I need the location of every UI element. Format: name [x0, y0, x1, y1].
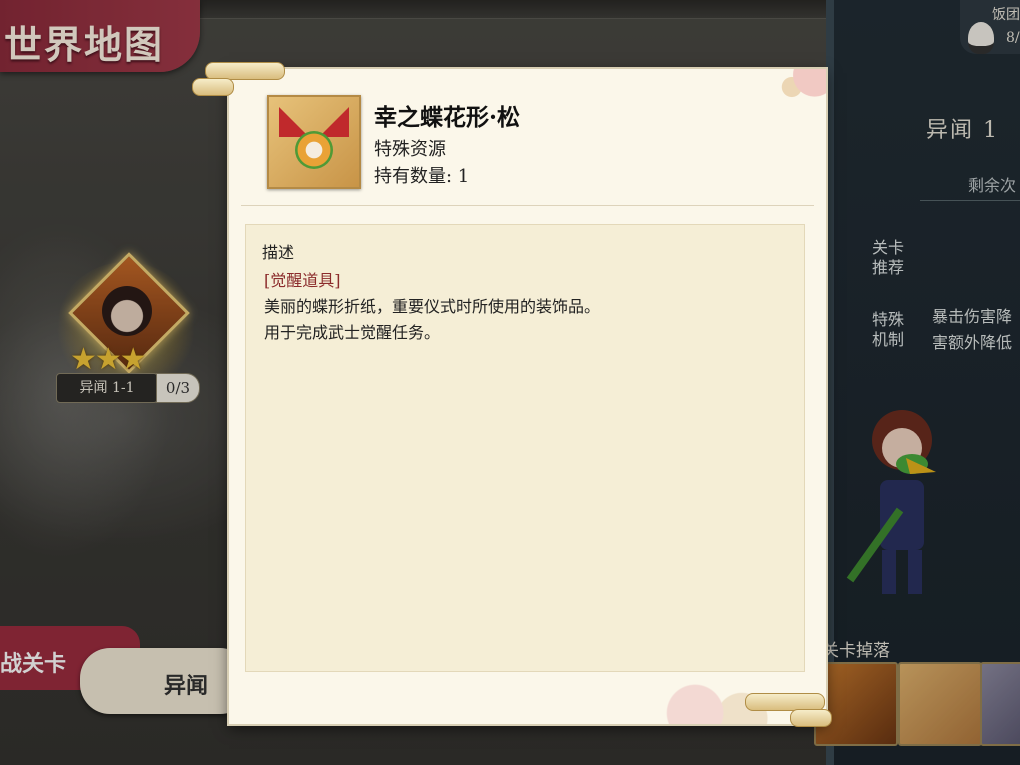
description-line: 用于完成武士觉醒任务。 [264, 323, 441, 342]
divider [241, 205, 814, 206]
flower-decoration [769, 69, 826, 129]
butterfly-ornament-icon [267, 95, 361, 189]
description-tag: [觉醒道具] [264, 271, 341, 290]
scroll-ornament [790, 709, 832, 727]
description-line: 美丽的蝶形折纸，重要仪式时所使用的装饰品。 [264, 297, 601, 316]
scroll-ornament [192, 78, 234, 96]
description-heading: 描述 [262, 243, 295, 262]
item-name: 幸之蝶花形·松 [374, 104, 521, 131]
item-detail-popup: 幸之蝶花形·松 特殊资源 持有数量: 1 描述 [觉醒道具] 美丽的蝶形折纸，重… [229, 69, 826, 724]
item-type: 特殊资源 [374, 139, 446, 160]
item-owned-count: 持有数量: 1 [374, 166, 470, 187]
description-box: 描述 [觉醒道具] 美丽的蝶形折纸，重要仪式时所使用的装饰品。 用于完成武士觉醒… [245, 224, 805, 672]
